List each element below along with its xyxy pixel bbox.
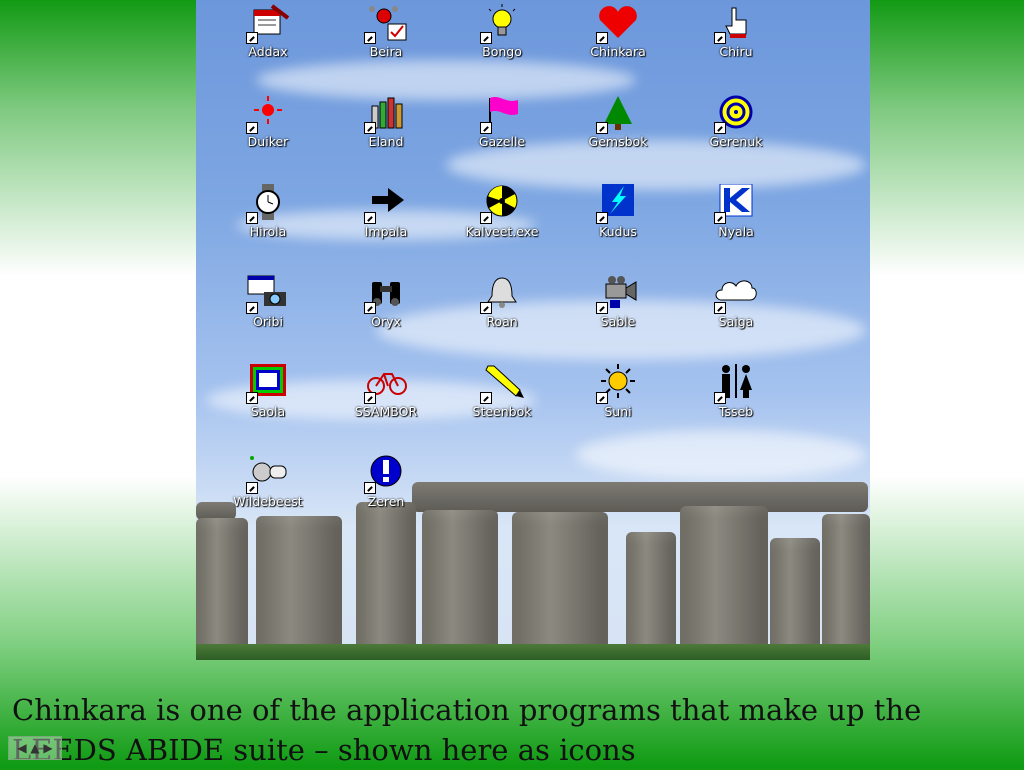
camera-icon <box>244 274 292 314</box>
sun-icon <box>594 364 642 404</box>
stone <box>356 502 416 648</box>
lightning-icon <box>594 184 642 224</box>
icon-label: Gazelle <box>478 134 526 149</box>
icon-label: Addax <box>248 44 288 59</box>
cloud-icon <box>712 274 760 314</box>
desktop-icon-chiru[interactable]: Chiru <box>678 4 794 59</box>
desktop-icon-eland[interactable]: Eland <box>328 94 444 149</box>
lightbulb-icon <box>478 4 526 44</box>
icon-label: Nyala <box>718 224 754 239</box>
icon-label: Zeren <box>367 494 405 509</box>
desktop-icon-gemsbok[interactable]: Gemsbok <box>560 94 676 149</box>
icon-label: Chinkara <box>590 44 646 59</box>
heart-icon <box>594 4 642 44</box>
tree-icon <box>594 94 642 134</box>
icon-label: Beira <box>369 44 403 59</box>
slide-nav-button[interactable]: ◀ ▲ ▶ <box>8 736 62 760</box>
stone <box>256 516 342 648</box>
caption-line-2: LEEDS ABIDE suite – shown here as icons <box>12 733 636 767</box>
red-star-burst-icon <box>244 94 292 134</box>
icon-label: Saiga <box>718 314 754 329</box>
desktop-icon-oryx[interactable]: Oryx <box>328 274 444 329</box>
desktop-icon-hirola[interactable]: Hirola <box>210 184 326 239</box>
bicycle-icon <box>362 364 410 404</box>
desktop-icon-kudus[interactable]: Kudus <box>560 184 676 239</box>
stone <box>626 532 676 648</box>
pencil-icon <box>478 364 526 404</box>
desktop-icon-saola[interactable]: Saola <box>210 364 326 419</box>
hand-pointer-icon <box>712 4 760 44</box>
icon-label: Impala <box>364 224 408 239</box>
stone <box>422 510 498 648</box>
icon-label: Gemsbok <box>588 134 648 149</box>
desktop-icon-duiker[interactable]: Duiker <box>210 94 326 149</box>
stone <box>680 506 768 648</box>
binoculars-icon <box>362 274 410 314</box>
target-icon <box>712 94 760 134</box>
molecule-check-icon <box>362 4 410 44</box>
caption-line-1: Chinkara is one of the application progr… <box>12 693 922 727</box>
icon-label: Saola <box>250 404 286 419</box>
desktop-icon-oribi[interactable]: Oribi <box>210 274 326 329</box>
video-camera-icon <box>594 274 642 314</box>
desktop-icon-wildebeest[interactable]: Wildebeest <box>210 454 326 509</box>
desktop-icon-chinkara[interactable]: Chinkara <box>560 4 676 59</box>
desktop-icon-beira[interactable]: Beira <box>328 4 444 59</box>
watch-icon <box>244 184 292 224</box>
icon-label: Eland <box>368 134 404 149</box>
grass <box>196 644 870 660</box>
desktop-icon-kalveet[interactable]: Kalveet.exe <box>444 184 560 239</box>
desktop-icon-roan[interactable]: Roan <box>444 274 560 329</box>
icon-label: Chiru <box>719 44 753 59</box>
icon-label: Gerenuk <box>709 134 763 149</box>
pink-flag-icon <box>478 94 526 134</box>
icon-label: Suni <box>604 404 632 419</box>
bell-icon <box>478 274 526 314</box>
desktop-icon-gerenuk[interactable]: Gerenuk <box>678 94 794 149</box>
icon-label: Bongo <box>482 44 522 59</box>
icon-label: Roan <box>486 314 518 329</box>
desktop-icon-sable[interactable]: Sable <box>560 274 676 329</box>
icon-label: Steenbok <box>472 404 532 419</box>
desktop-icon-nyala[interactable]: Nyala <box>678 184 794 239</box>
notepad-pencil-icon <box>244 4 292 44</box>
icon-label: Oryx <box>371 314 401 329</box>
k-logo-icon <box>712 184 760 224</box>
desktop-icon-zeren[interactable]: Zeren <box>328 454 444 509</box>
stone <box>196 518 248 648</box>
stone-lintel <box>412 482 868 512</box>
desktop-icon-gazelle[interactable]: Gazelle <box>444 94 560 149</box>
icon-label: Oribi <box>253 314 283 329</box>
icon-label: Tsseb <box>718 404 754 419</box>
icon-label: Wildebeest <box>233 494 303 509</box>
radiation-icon <box>478 184 526 224</box>
icon-label: SSAMBOR <box>354 404 418 419</box>
icon-label: Duiker <box>247 134 289 149</box>
desktop-icon-addax[interactable]: Addax <box>210 4 326 59</box>
desktop-icon-suni[interactable]: Suni <box>560 364 676 419</box>
desktop-icon-bongo[interactable]: Bongo <box>444 4 560 59</box>
desktop-icon-tsseb[interactable]: Tsseb <box>678 364 794 419</box>
icon-label: Sable <box>600 314 636 329</box>
icon-label: Hirola <box>249 224 287 239</box>
stone <box>512 512 608 648</box>
desktop-icon-ssambor[interactable]: SSAMBOR <box>328 364 444 419</box>
cloud <box>576 430 866 480</box>
desktop-icon-saiga[interactable]: Saiga <box>678 274 794 329</box>
desktop-icon-impala[interactable]: Impala <box>328 184 444 239</box>
desktop-wallpaper: Addax Beira Bongo Chinkara Chiru Duiker … <box>196 0 870 660</box>
icon-label: Kudus <box>599 224 637 239</box>
icon-label: Kalveet.exe <box>465 224 539 239</box>
desktop-icon-steenbok[interactable]: Steenbok <box>444 364 560 419</box>
frame-icon <box>244 364 292 404</box>
stone <box>770 538 820 648</box>
slide-caption: Chinkara is one of the application progr… <box>12 690 1012 770</box>
exclamation-icon <box>362 454 410 494</box>
pencils-icon <box>362 94 410 134</box>
arrow-right-icon <box>362 184 410 224</box>
key-icon <box>244 454 292 494</box>
people-icon <box>712 364 760 404</box>
stone <box>822 514 870 648</box>
